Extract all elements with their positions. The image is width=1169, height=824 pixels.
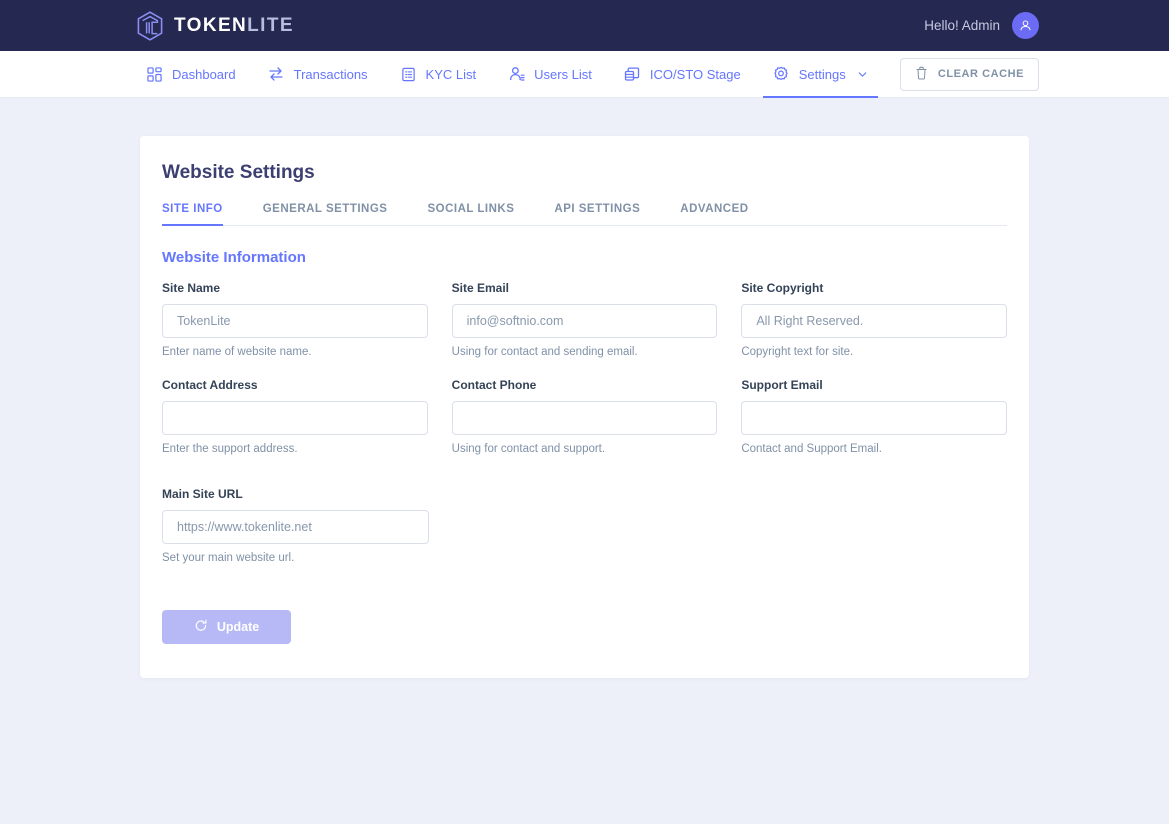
field-label: Site Copyright <box>741 281 824 295</box>
app-header: TOKENLITE Hello! Admin <box>0 0 1169 51</box>
brand-name-secondary: LITE <box>247 15 294 36</box>
nav-item-users-list[interactable]: Users List <box>492 51 608 97</box>
field-note: Enter the support address. <box>162 443 298 455</box>
field-note: Using for contact and sending email. <box>451 346 638 358</box>
form-list-icon <box>400 66 417 83</box>
form-grid-row-1: Site Name Enter name of website name. Si… <box>162 281 1007 378</box>
settings-tabs: SITE INFO GENERAL SETTINGS SOCIAL LINKS … <box>162 203 1007 226</box>
field-site-copyright: Site Copyright Copyright text for site. <box>741 281 1007 378</box>
field-label: Site Email <box>451 281 510 295</box>
brand-name: TOKENLITE <box>174 16 294 35</box>
gear-icon <box>773 66 790 83</box>
user-check-icon <box>508 66 525 83</box>
main-site-url-input[interactable] <box>162 510 429 544</box>
field-label: Contact Address <box>162 378 258 392</box>
tab-advanced[interactable]: ADVANCED <box>663 203 771 225</box>
tab-label: GENERAL SETTINGS <box>262 203 388 215</box>
chevron-down-icon <box>857 69 868 80</box>
field-note: Set your main website url. <box>162 552 295 564</box>
hexagon-tl-logo-icon <box>136 10 164 41</box>
contact-address-input[interactable] <box>162 401 428 435</box>
field-support-email: Support Email Contact and Support Email. <box>741 378 1007 475</box>
tab-label: ADVANCED <box>680 203 749 215</box>
field-site-email: Site Email Using for contact and sending… <box>451 281 718 378</box>
support-email-input[interactable] <box>741 401 1007 435</box>
page-title: Website Settings <box>162 162 315 183</box>
section-title: Website Information <box>162 249 306 266</box>
field-label: Site Name <box>162 281 221 295</box>
nav-item-label: Transactions <box>293 66 368 82</box>
tab-label: API SETTINGS <box>554 203 641 215</box>
site-name-input[interactable] <box>162 304 428 338</box>
brand-logo[interactable]: TOKENLITE <box>136 10 294 41</box>
tab-label: SOCIAL LINKS <box>427 203 515 215</box>
tab-api-settings[interactable]: API SETTINGS <box>537 203 663 225</box>
main-navigation: Dashboard Transactions KYC List Users Li… <box>0 51 1169 98</box>
nav-item-label: Dashboard <box>172 66 236 82</box>
coins-stack-icon <box>624 66 641 83</box>
nav-item-label: ICO/STO Stage <box>649 66 741 82</box>
clear-cache-button[interactable]: CLEAR CACHE <box>899 57 1039 91</box>
page-content: Website Settings SITE INFO GENERAL SETTI… <box>0 98 1169 678</box>
site-copyright-input[interactable] <box>741 304 1007 338</box>
nav-item-ico-sto-stage[interactable]: ICO/STO Stage <box>608 51 757 97</box>
user-menu[interactable]: Hello! Admin <box>924 12 1039 39</box>
refresh-sync-icon <box>194 619 208 636</box>
update-button-label: Update <box>216 620 260 634</box>
field-label: Support Email <box>741 378 823 392</box>
field-note: Copyright text for site. <box>741 346 854 358</box>
nav-item-kyc-list[interactable]: KYC List <box>384 51 493 97</box>
nav-item-label: KYC List <box>425 66 477 82</box>
nav-item-list: Dashboard Transactions KYC List Users Li… <box>130 51 884 98</box>
swap-arrows-icon <box>268 66 285 83</box>
field-contact-phone: Contact Phone Using for contact and supp… <box>451 378 718 475</box>
field-site-name: Site Name Enter name of website name. <box>162 281 428 378</box>
field-note: Contact and Support Email. <box>741 443 882 455</box>
brand-name-primary: TOKEN <box>174 15 248 36</box>
avatar[interactable] <box>1012 12 1039 39</box>
form-grid-row-2: Contact Address Enter the support addres… <box>162 378 1007 475</box>
tab-social-links[interactable]: SOCIAL LINKS <box>410 203 537 225</box>
form-grid-row-3: Main Site URL Set your main website url. <box>162 487 1007 584</box>
user-avatar-icon <box>1020 20 1031 31</box>
nav-item-label: Settings <box>798 66 846 82</box>
site-email-input[interactable] <box>451 304 718 338</box>
nav-actions: CLEAR CACHE <box>899 51 1039 97</box>
website-settings-card: Website Settings SITE INFO GENERAL SETTI… <box>140 136 1029 678</box>
contact-phone-input[interactable] <box>451 401 718 435</box>
trash-icon <box>915 66 928 83</box>
field-label: Main Site URL <box>162 487 243 501</box>
update-button[interactable]: Update <box>162 610 291 644</box>
field-note: Enter name of website name. <box>162 346 312 358</box>
field-main-site-url: Main Site URL Set your main website url. <box>162 487 429 584</box>
field-note: Using for contact and support. <box>451 443 606 455</box>
nav-item-label: Users List <box>534 66 592 82</box>
grid-icon <box>146 66 163 83</box>
website-information-form: Site Name Enter name of website name. Si… <box>162 281 1007 644</box>
tab-label: SITE INFO <box>162 203 223 215</box>
nav-item-settings[interactable]: Settings <box>757 51 884 98</box>
nav-item-dashboard[interactable]: Dashboard <box>130 51 252 97</box>
nav-item-transactions[interactable]: Transactions <box>252 51 384 97</box>
tab-site-info[interactable]: SITE INFO <box>162 203 246 226</box>
clear-cache-label: CLEAR CACHE <box>937 68 1024 80</box>
tab-general-settings[interactable]: GENERAL SETTINGS <box>246 203 411 225</box>
greeting-text: Hello! Admin <box>924 18 1000 33</box>
field-label: Contact Phone <box>451 378 537 392</box>
field-contact-address: Contact Address Enter the support addres… <box>162 378 428 475</box>
